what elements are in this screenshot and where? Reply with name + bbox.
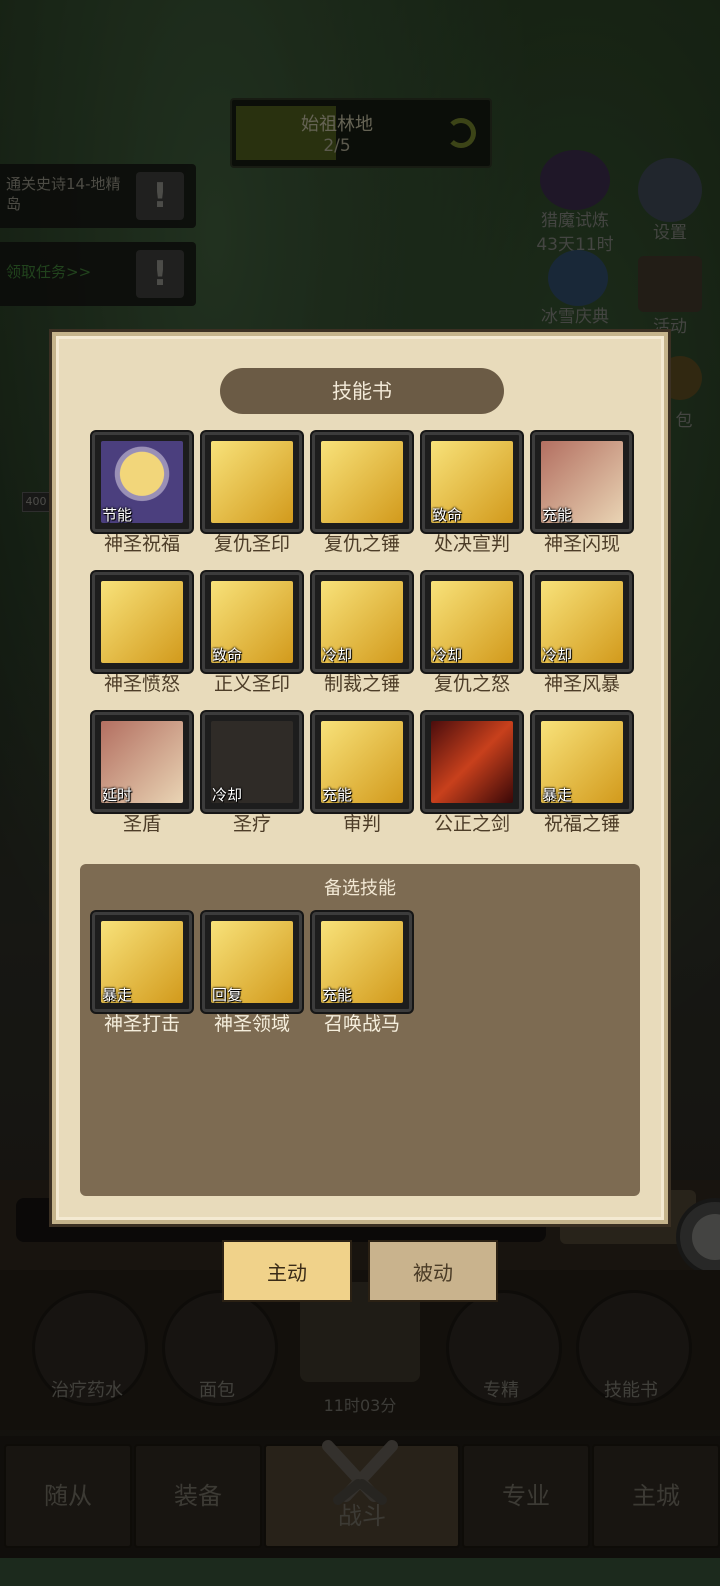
- skill-frame: 暴走: [92, 912, 192, 1012]
- skill-name: 正义圣印: [213, 673, 290, 695]
- skill-tag: 充能: [542, 506, 573, 524]
- skill-frame: [92, 572, 192, 672]
- skill-slot[interactable]: 回复 神圣领域: [202, 912, 302, 1042]
- skill-frame: 冷却: [312, 572, 412, 672]
- skill-slot[interactable]: 暴走 神圣打击: [92, 912, 192, 1042]
- skill-tag: 充能: [322, 986, 353, 1004]
- flaming-sword-icon: [431, 721, 513, 803]
- skill-tag: 冷却: [322, 646, 353, 664]
- skill-frame: 暴走: [532, 712, 632, 812]
- skill-tag: 充能: [322, 786, 353, 804]
- skill-name: 处决宣判: [433, 533, 510, 555]
- skill-slot[interactable]: 延时圣盾: [92, 712, 192, 842]
- skill-slot[interactable]: 致命 处决宣判: [422, 432, 522, 562]
- skill-slot[interactable]: 公正之剑: [422, 712, 522, 842]
- light-pillar-icon: [101, 581, 183, 663]
- skill-name: 制裁之锤: [323, 673, 400, 695]
- skill-name: 审判: [342, 813, 381, 835]
- skill-name: 神圣闪现: [543, 533, 620, 555]
- skill-frame: 充能: [312, 712, 412, 812]
- skill-frame: 充能: [532, 432, 632, 532]
- skill-slot[interactable]: 致命 正义圣印: [202, 572, 302, 702]
- skill-frame: 节能: [92, 432, 192, 532]
- skill-book-panel: 技能书 节能 神圣祝福 复仇圣印 复仇之锤 致命 处决宣判 充能 神圣闪现 神圣愤怒 致命 正义圣印…: [52, 332, 668, 1224]
- hammer-icon: [321, 441, 403, 523]
- skill-slot[interactable]: 充能审判: [312, 712, 412, 842]
- skill-slot[interactable]: 暴走 祝福之锤: [532, 712, 632, 842]
- skill-slot[interactable]: 冷却 神圣风暴: [532, 572, 632, 702]
- alternate-title: 备选技能: [324, 878, 396, 899]
- skill-name: 神圣领域: [213, 1013, 290, 1035]
- skill-frame: 回复: [202, 912, 302, 1012]
- skill-name: 神圣打击: [103, 1013, 180, 1035]
- skill-frame: 延时: [92, 712, 192, 812]
- crossed-blades-icon: [211, 441, 293, 523]
- skill-frame: 冷却: [202, 712, 302, 812]
- skill-name: 公正之剑: [433, 813, 510, 835]
- skill-frame: [202, 432, 302, 532]
- tab-passive-skills[interactable]: 被动: [368, 1240, 498, 1302]
- skill-frame: [422, 712, 522, 812]
- skill-name: 圣疗: [232, 813, 271, 835]
- skill-name: 神圣风暴: [543, 673, 620, 695]
- skill-slot[interactable]: 冷却圣疗: [202, 712, 302, 842]
- skill-tag: 冷却: [212, 786, 243, 804]
- panel-title: 技能书: [220, 368, 504, 414]
- skill-frame: 充能: [312, 912, 412, 1012]
- skill-name: 召唤战马: [323, 1013, 400, 1035]
- skill-tag: 致命: [432, 506, 463, 524]
- skill-slot[interactable]: 节能 神圣祝福: [92, 432, 192, 562]
- skill-tag: 延时: [102, 786, 133, 804]
- tab-active-skills[interactable]: 主动: [222, 1240, 352, 1302]
- skill-slot[interactable]: 复仇圣印: [202, 432, 302, 562]
- skill-frame: 致命: [422, 432, 522, 532]
- skill-frame: 冷却: [422, 572, 522, 672]
- skill-tag: 节能: [102, 506, 133, 524]
- skill-name: 神圣愤怒: [103, 673, 180, 695]
- skill-tag: 致命: [212, 646, 243, 664]
- skill-slot[interactable]: 神圣愤怒: [92, 572, 192, 702]
- skill-frame: [312, 432, 412, 532]
- skill-name: 复仇之怒: [433, 673, 510, 695]
- alternate-skills-box: 备选技能 暴走 神圣打击 回复 神圣领域 充能 召唤战马: [80, 864, 640, 1196]
- skill-name: 神圣祝福: [103, 533, 180, 555]
- skill-tag: 冷却: [432, 646, 463, 664]
- skill-name: 祝福之锤: [543, 813, 620, 835]
- skill-name: 圣盾: [122, 813, 161, 835]
- skill-name: 复仇圣印: [213, 533, 290, 555]
- skill-slot[interactable]: 充能 召唤战马: [312, 912, 412, 1042]
- skill-tag: 暴走: [542, 786, 573, 804]
- skill-slot[interactable]: 复仇之锤: [312, 432, 412, 562]
- skill-tag: 冷却: [542, 646, 573, 664]
- skill-tag: 暴走: [102, 986, 133, 1004]
- skill-frame: 冷却: [532, 572, 632, 672]
- skill-slot[interactable]: 冷却 制裁之锤: [312, 572, 412, 702]
- skill-frame: 致命: [202, 572, 302, 672]
- skill-name: 复仇之锤: [323, 533, 400, 555]
- skill-slot[interactable]: 冷却 复仇之怒: [422, 572, 522, 702]
- skill-tag: 回复: [212, 986, 243, 1004]
- skill-slot[interactable]: 充能 神圣闪现: [532, 432, 632, 562]
